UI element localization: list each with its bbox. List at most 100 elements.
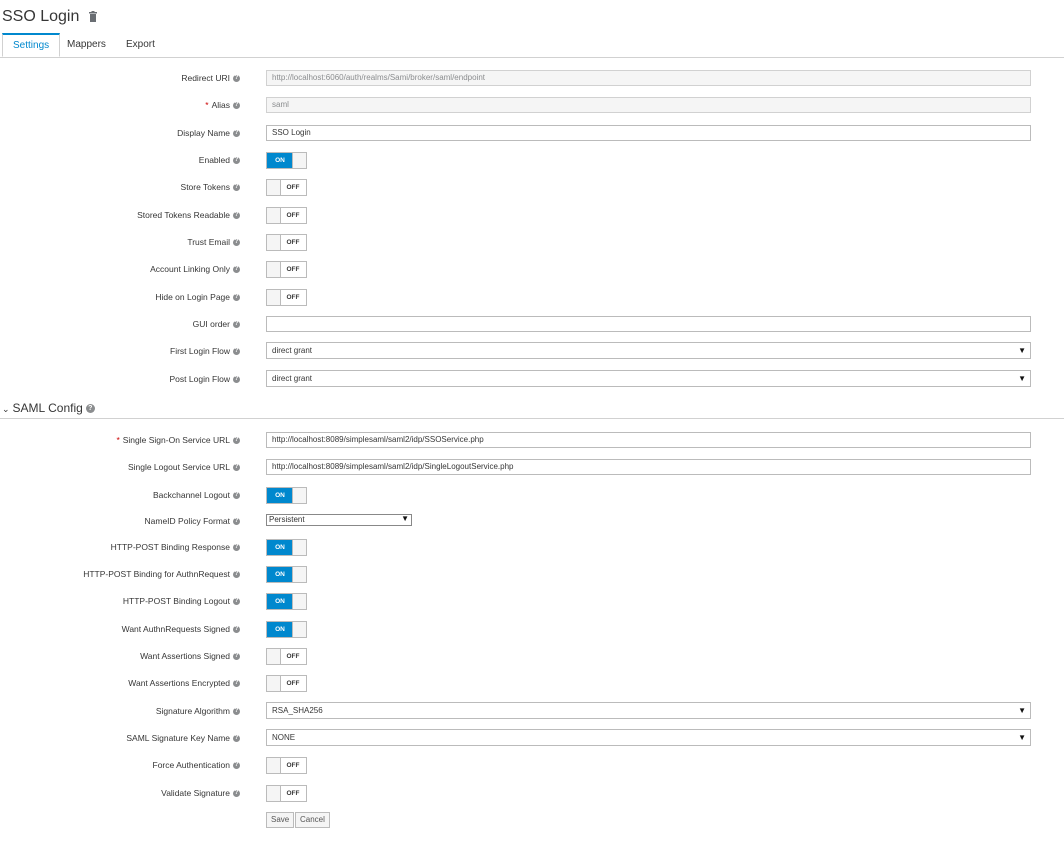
- alias-field[interactable]: saml: [266, 97, 1031, 113]
- post-binding-logout-label: HTTP-POST Binding Logout: [122, 596, 230, 606]
- post-binding-logout-toggle[interactable]: ON: [266, 593, 307, 610]
- post-binding-logout-row: HTTP-POST Binding Logout? ON: [0, 591, 1064, 611]
- stored-tokens-readable-toggle[interactable]: OFF: [266, 207, 307, 224]
- help-icon[interactable]: ?: [233, 735, 240, 743]
- help-icon[interactable]: ?: [233, 184, 240, 192]
- help-icon[interactable]: ?: [233, 102, 240, 110]
- save-button[interactable]: Save: [266, 812, 295, 828]
- post-binding-authn-row: HTTP-POST Binding for AuthnRequest? ON: [0, 564, 1064, 584]
- help-icon[interactable]: ?: [233, 130, 240, 138]
- help-icon[interactable]: ?: [233, 598, 240, 606]
- backchannel-logout-toggle[interactable]: ON: [266, 487, 307, 504]
- enabled-toggle[interactable]: ON: [266, 152, 307, 169]
- want-authn-signed-toggle[interactable]: ON: [266, 621, 307, 638]
- help-icon[interactable]: ?: [233, 321, 240, 329]
- help-icon[interactable]: ?: [233, 626, 240, 634]
- gui-order-field[interactable]: [266, 316, 1031, 332]
- toggle-off-label: OFF: [286, 239, 300, 246]
- help-icon[interactable]: ?: [233, 212, 240, 220]
- help-icon[interactable]: ?: [233, 294, 240, 302]
- sso-url-row: * Single Sign-On Service URL? http://loca…: [0, 430, 1064, 450]
- chevron-down-icon[interactable]: ⌄: [2, 404, 10, 414]
- want-assertions-signed-toggle[interactable]: OFF: [266, 648, 307, 665]
- required-marker: *: [205, 100, 209, 110]
- nameid-policy-format-select[interactable]: Persistent ▼: [266, 514, 412, 526]
- display-name-field[interactable]: SSO Login: [266, 125, 1031, 141]
- dropdown-arrow-icon: ▼: [1018, 733, 1026, 742]
- alias-label: Alias: [211, 100, 230, 110]
- post-binding-response-toggle[interactable]: ON: [266, 539, 307, 556]
- store-tokens-toggle[interactable]: OFF: [266, 179, 307, 196]
- slo-url-row: Single Logout Service URL? http://localh…: [0, 457, 1064, 477]
- toggle-on-label: ON: [267, 153, 293, 168]
- help-icon[interactable]: ?: [233, 680, 240, 688]
- toggle-on-label: ON: [267, 622, 293, 637]
- want-assertions-signed-row: Want Assertions Signed? OFF: [0, 646, 1064, 666]
- want-assertions-encrypted-toggle[interactable]: OFF: [266, 675, 307, 692]
- dropdown-arrow-icon: ▼: [401, 514, 409, 523]
- saml-config-title: SAML Config: [12, 401, 83, 415]
- toggle-off-label: OFF: [286, 680, 300, 687]
- enabled-label: Enabled: [198, 155, 230, 165]
- help-icon[interactable]: ?: [233, 464, 240, 472]
- help-icon[interactable]: ?: [233, 544, 240, 552]
- tab-mappers[interactable]: Mappers: [57, 34, 116, 56]
- help-icon[interactable]: ?: [233, 348, 240, 356]
- toggle-on-label: ON: [267, 594, 293, 609]
- help-icon[interactable]: ?: [233, 790, 240, 798]
- account-linking-only-toggle[interactable]: OFF: [266, 261, 307, 278]
- signature-algorithm-row: Signature Algorithm? RSA_SHA256 ▼: [0, 701, 1064, 721]
- want-authn-signed-label: Want AuthnRequests Signed: [121, 624, 230, 634]
- help-icon[interactable]: ?: [233, 518, 240, 526]
- store-tokens-label: Store Tokens: [180, 182, 230, 192]
- help-icon[interactable]: ?: [233, 492, 240, 500]
- want-authn-signed-row: Want AuthnRequests Signed? ON: [0, 619, 1064, 639]
- tab-settings[interactable]: Settings: [2, 33, 61, 57]
- toggle-off-label: OFF: [286, 762, 300, 769]
- help-icon[interactable]: ?: [233, 653, 240, 661]
- hide-on-login-page-toggle[interactable]: OFF: [266, 289, 307, 306]
- saml-config-section-header[interactable]: ⌄ SAML Config?: [0, 400, 1064, 419]
- nameid-policy-format-row: NameID Policy Format? Persistent ▼: [0, 511, 1064, 531]
- page-title: SSO Login: [2, 8, 98, 26]
- validate-signature-row: Validate Signature? OFF: [0, 783, 1064, 803]
- trust-email-toggle[interactable]: OFF: [266, 234, 307, 251]
- sso-url-field[interactable]: http://localhost:8089/simplesaml/saml2/i…: [266, 432, 1031, 448]
- post-login-flow-select[interactable]: direct grant ▼: [266, 370, 1031, 387]
- account-linking-only-row: Account Linking Only? OFF: [0, 259, 1064, 279]
- first-login-flow-label: First Login Flow: [170, 346, 230, 356]
- slo-url-field[interactable]: http://localhost:8089/simplesaml/saml2/i…: [266, 459, 1031, 475]
- tab-bar: Settings Mappers Export: [0, 33, 1064, 58]
- tab-export[interactable]: Export: [116, 34, 165, 56]
- help-icon[interactable]: ?: [233, 266, 240, 274]
- signature-algorithm-select[interactable]: RSA_SHA256 ▼: [266, 702, 1031, 719]
- post-binding-response-row: HTTP-POST Binding Response? ON: [0, 537, 1064, 557]
- help-icon[interactable]: ?: [233, 157, 240, 165]
- toggle-off-label: OFF: [286, 184, 300, 191]
- redirect-uri-row: Redirect URI? http://localhost:6060/auth…: [0, 68, 1064, 88]
- stored-tokens-readable-label: Stored Tokens Readable: [137, 210, 230, 220]
- first-login-flow-row: First Login Flow? direct grant ▼: [0, 341, 1064, 361]
- trash-icon[interactable]: [88, 11, 98, 23]
- help-icon[interactable]: ?: [233, 708, 240, 716]
- help-icon[interactable]: ?: [233, 376, 240, 384]
- validate-signature-toggle[interactable]: OFF: [266, 785, 307, 802]
- nameid-policy-format-value: Persistent: [269, 515, 305, 524]
- post-binding-response-label: HTTP-POST Binding Response: [110, 542, 230, 552]
- toggle-off-label: OFF: [286, 790, 300, 797]
- force-authentication-toggle[interactable]: OFF: [266, 757, 307, 774]
- help-icon[interactable]: ?: [233, 571, 240, 579]
- help-icon[interactable]: ?: [233, 437, 240, 445]
- signature-key-name-value: NONE: [272, 733, 296, 742]
- help-icon[interactable]: ?: [233, 239, 240, 247]
- help-icon[interactable]: ?: [233, 762, 240, 770]
- redirect-uri-field[interactable]: http://localhost:6060/auth/realms/Sami/b…: [266, 70, 1031, 86]
- help-icon[interactable]: ?: [233, 75, 240, 83]
- cancel-button[interactable]: Cancel: [295, 812, 330, 828]
- first-login-flow-value: direct grant: [272, 346, 313, 355]
- toggle-on-label: ON: [267, 488, 293, 503]
- signature-key-name-select[interactable]: NONE ▼: [266, 729, 1031, 746]
- first-login-flow-select[interactable]: direct grant ▼: [266, 342, 1031, 359]
- post-binding-authn-toggle[interactable]: ON: [266, 566, 307, 583]
- help-icon[interactable]: ?: [85, 404, 95, 414]
